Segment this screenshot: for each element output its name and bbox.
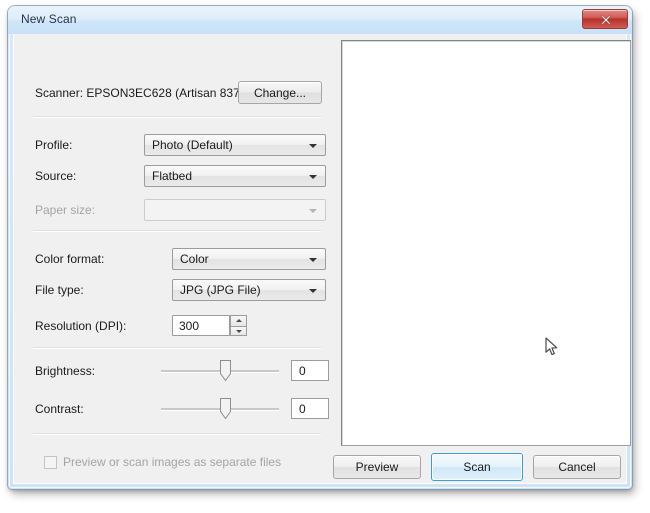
profile-value: Photo (Default) bbox=[152, 138, 233, 152]
caret-down-icon bbox=[236, 329, 242, 333]
separate-files-label: Preview or scan images as separate files bbox=[63, 455, 282, 469]
resolution-input[interactable]: 300 bbox=[172, 315, 230, 336]
color-format-dropdown[interactable]: Color bbox=[172, 248, 326, 270]
chevron-down-icon bbox=[309, 175, 317, 179]
resolution-value: 300 bbox=[179, 319, 200, 333]
separate-files-checkbox bbox=[44, 456, 57, 469]
close-x-icon bbox=[600, 15, 612, 25]
chevron-down-icon bbox=[309, 209, 317, 213]
chevron-down-icon bbox=[309, 258, 317, 262]
scanner-info-label: Scanner: EPSON3EC628 (Artisan 837) bbox=[35, 86, 244, 100]
separator-resolution bbox=[33, 347, 321, 349]
chevron-down-icon bbox=[309, 289, 317, 293]
contrast-value: 0 bbox=[299, 402, 306, 416]
source-dropdown[interactable]: Flatbed bbox=[144, 165, 326, 187]
brightness-value-box[interactable]: 0 bbox=[291, 360, 329, 381]
close-button[interactable] bbox=[582, 9, 628, 29]
slider-thumb-icon bbox=[220, 360, 231, 382]
source-value: Flatbed bbox=[152, 169, 193, 183]
profile-label: Profile: bbox=[35, 138, 73, 152]
file-type-value: JPG (JPG File) bbox=[180, 283, 261, 297]
settings-panel: Scanner: EPSON3EC628 (Artisan 837) Chang… bbox=[14, 34, 337, 484]
contrast-slider-thumb[interactable] bbox=[220, 398, 231, 420]
slider-thumb-icon bbox=[220, 398, 231, 420]
resolution-increment-button[interactable] bbox=[230, 315, 247, 326]
dialog-body: Scanner: EPSON3EC628 (Artisan 837) Chang… bbox=[13, 34, 631, 484]
separator-paper bbox=[33, 230, 321, 232]
color-format-label: Color format: bbox=[35, 252, 105, 266]
brightness-slider-thumb[interactable] bbox=[220, 360, 231, 382]
preview-button[interactable]: Preview bbox=[333, 455, 421, 479]
window-title: New Scan bbox=[21, 12, 77, 26]
color-format-value: Color bbox=[180, 252, 209, 266]
resolution-label: Resolution (DPI): bbox=[35, 319, 127, 333]
resolution-stepper[interactable] bbox=[230, 315, 247, 336]
profile-dropdown[interactable]: Photo (Default) bbox=[144, 134, 326, 156]
brightness-value: 0 bbox=[299, 364, 306, 378]
title-bar[interactable]: New Scan bbox=[8, 6, 632, 34]
file-type-label: File type: bbox=[35, 283, 84, 297]
separator-scanner bbox=[33, 116, 321, 118]
paper-size-label: Paper size: bbox=[35, 203, 96, 217]
change-scanner-button[interactable]: Change... bbox=[238, 81, 322, 104]
caret-up-icon bbox=[236, 319, 242, 322]
new-scan-window: New Scan Scanner: EPSON3EC628 (Artisan 8… bbox=[8, 6, 632, 489]
chevron-down-icon bbox=[309, 144, 317, 148]
separator-sliders bbox=[33, 433, 321, 435]
source-label: Source: bbox=[35, 169, 77, 183]
scan-preview-pane[interactable] bbox=[341, 40, 631, 446]
scan-button[interactable]: Scan bbox=[431, 453, 523, 481]
paper-size-dropdown bbox=[144, 199, 326, 221]
file-type-dropdown[interactable]: JPG (JPG File) bbox=[172, 279, 326, 301]
contrast-value-box[interactable]: 0 bbox=[291, 398, 329, 419]
contrast-label: Contrast: bbox=[35, 402, 84, 416]
brightness-label: Brightness: bbox=[35, 364, 96, 378]
resolution-decrement-button[interactable] bbox=[230, 325, 247, 336]
cancel-button[interactable]: Cancel bbox=[533, 455, 621, 479]
